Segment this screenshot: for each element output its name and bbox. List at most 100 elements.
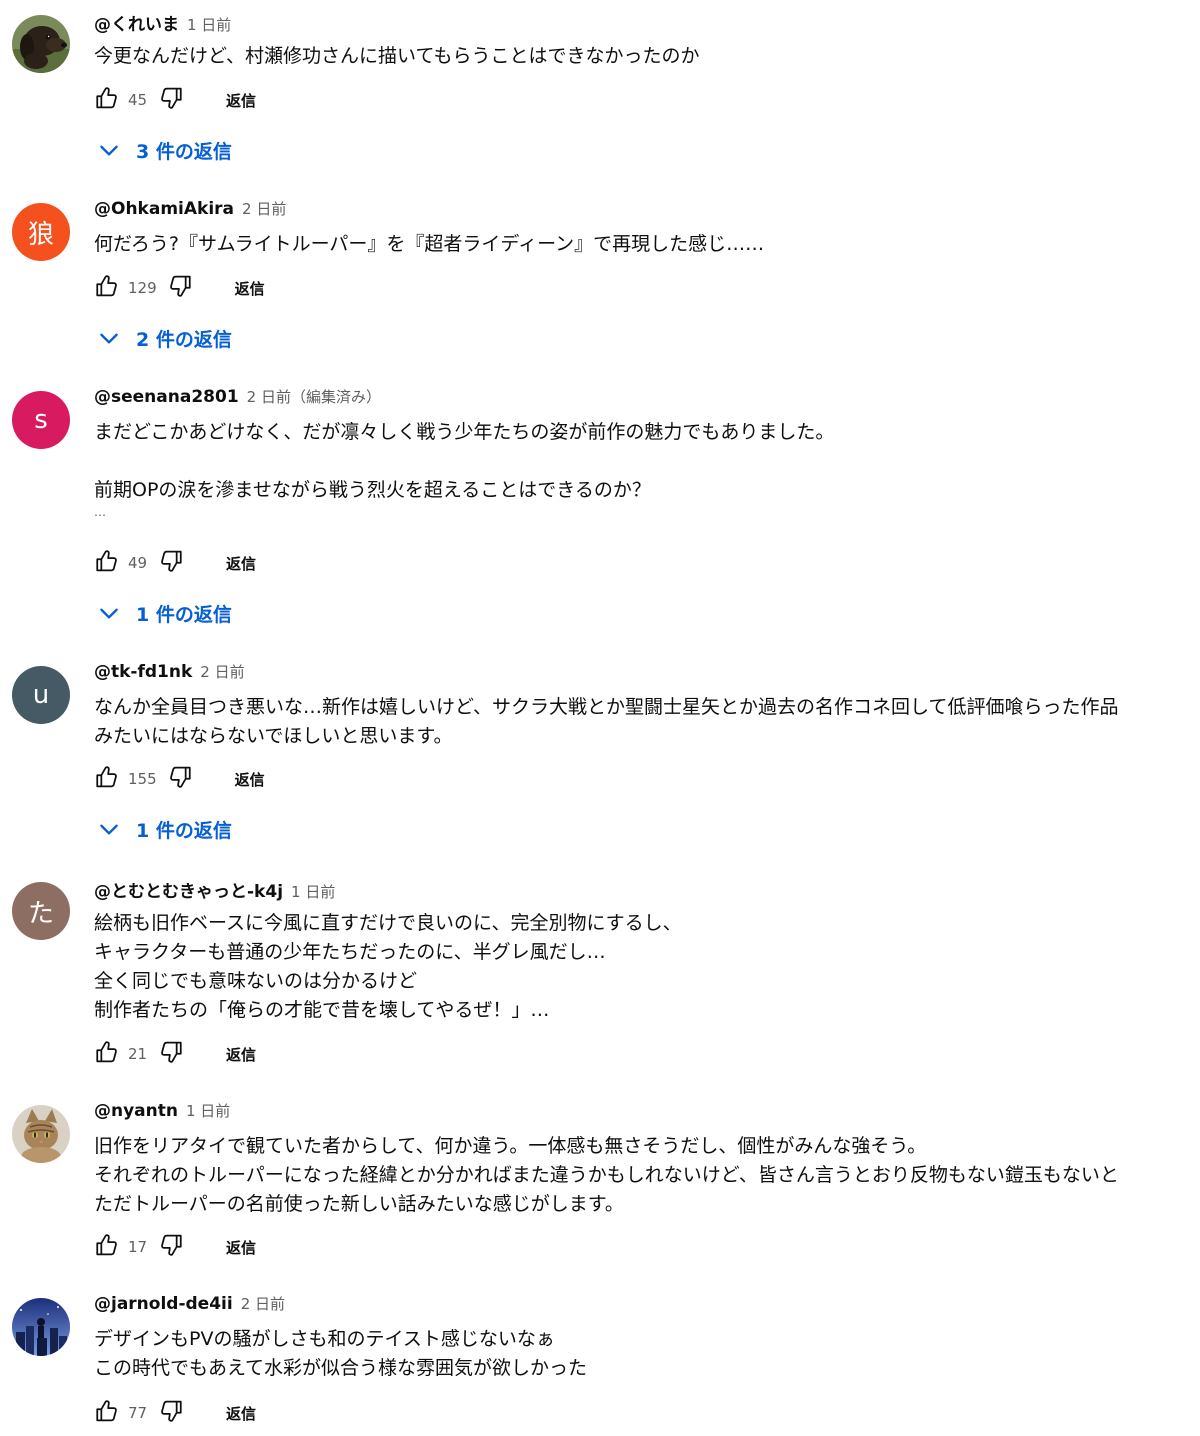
thumbs-up-icon — [92, 1038, 120, 1070]
comment-text-line: ただトルーパーの名前使った新しい話みたいな感じがします。 — [94, 1193, 624, 1215]
thumbs-down-icon — [158, 1231, 186, 1263]
thumbs-up-icon — [92, 547, 120, 579]
thumbs-up-icon — [92, 763, 120, 795]
like-button[interactable] — [90, 1038, 122, 1070]
comment-actions: 77 返信 — [90, 1395, 256, 1431]
reply-button[interactable]: 返信 — [235, 769, 265, 790]
like-button[interactable] — [90, 1397, 122, 1429]
author-name[interactable]: @jarnold-de4ii — [94, 1294, 233, 1314]
comment-text-line: それぞれのトルーパーになった経緯とか分かればまた違うかもしれないけど、皆さん言う… — [94, 1164, 1119, 1186]
comments-section: @くれいま 1 日前 今更なんだけど、村瀬修功さんに描いてもらうことはできなかったの… — [0, 0, 1200, 1436]
comment-text-line — [94, 447, 1194, 476]
comment-header: @tk-fd1nk 2 日前 — [94, 661, 245, 685]
thumbs-down-icon — [158, 84, 186, 116]
like-button[interactable] — [90, 272, 122, 304]
timestamp[interactable]: 1 日前 — [291, 881, 335, 902]
replies-count-label: 1 件の返信 — [136, 603, 232, 626]
like-count: 77 — [128, 1404, 148, 1422]
comment-actions: 21 返信 — [90, 1036, 256, 1072]
comment-actions: 155 返信 — [90, 761, 265, 797]
avatar-letter: u — [32, 680, 50, 710]
timestamp[interactable]: 1 日前 — [187, 14, 231, 35]
thumbs-down-icon — [167, 763, 195, 795]
author-name[interactable]: @seenana2801 — [94, 387, 239, 407]
timestamp[interactable]: 2 日前（編集済み） — [247, 386, 381, 407]
avatar[interactable] — [12, 15, 70, 73]
reply-button[interactable]: 返信 — [226, 1237, 256, 1258]
like-button[interactable] — [90, 763, 122, 795]
avatar[interactable]: s — [12, 391, 70, 449]
comment-text: なんか全員目つき悪いな…新作は嬉しいけど、サクラ大戦とか聖闘士星矢とか過去の名作… — [94, 693, 1194, 751]
chevron-down-icon — [96, 137, 136, 163]
view-replies-button[interactable]: 2 件の返信 — [96, 322, 232, 354]
like-button[interactable] — [90, 84, 122, 116]
reply-button[interactable]: 返信 — [226, 90, 256, 111]
dislike-button[interactable] — [156, 1397, 188, 1429]
like-button[interactable] — [90, 547, 122, 579]
thumbs-down-icon — [158, 1038, 186, 1070]
comment-text-line: 今更なんだけど、村瀬修功さんに描いてもらうことはできなかったのか — [94, 45, 700, 67]
comment-text-line: キャラクターも普通の少年たちだったのに、半グレ風だし… — [94, 941, 606, 963]
replies-count-label: 3 件の返信 — [136, 140, 232, 163]
chevron-down-icon — [96, 325, 136, 351]
comment-text-line: 前期OPの涙を滲ませながら戦う烈火を超えることはできるのか？ — [94, 479, 651, 501]
comment-actions: 49 返信 — [90, 545, 256, 581]
thumbs-down-icon — [158, 547, 186, 579]
comment-text: 何だろう?『サムライトルーパー』を『超者ライディーン』で再現した感じ…… — [94, 230, 1194, 259]
author-name[interactable]: @とむとむきゃっと-k4j — [94, 877, 283, 902]
comment-text-line: まだどこかあどけなく、だが凛々しく戦う少年たちの姿が前作の魅力でもありました。 — [94, 421, 835, 443]
avatar-letter: 狼 — [27, 219, 54, 250]
comment-text: 旧作をリアタイで観ていた者からして、何か違う。一体感も無さそうだし、個性がみんな… — [94, 1132, 1194, 1219]
comment-text-line: 制作者たちの「俺らの才能で昔を壊してやるぜ！」… — [94, 999, 550, 1021]
like-count: 17 — [128, 1238, 148, 1256]
avatar[interactable]: た — [12, 882, 70, 940]
author-name[interactable]: @OhkamiAkira — [94, 199, 234, 219]
reply-button[interactable]: 返信 — [226, 1044, 256, 1065]
comment-header: @OhkamiAkira 2 日前 — [94, 198, 286, 222]
avatar[interactable]: u — [12, 666, 70, 724]
timestamp[interactable]: 2 日前 — [200, 661, 244, 682]
comment-text-line: 絵柄も旧作ベースに今風に直すだけで良いのに、完全別物にするし、 — [94, 912, 682, 934]
comment-text-line: この時代でもあえて水彩が似合う様な雰囲気が欲しかった — [94, 1357, 588, 1379]
reply-button[interactable]: 返信 — [226, 1403, 256, 1424]
author-name[interactable]: @nyantn — [94, 1101, 178, 1121]
view-replies-button[interactable]: 1 件の返信 — [96, 597, 232, 629]
dislike-button[interactable] — [165, 763, 197, 795]
author-name[interactable]: @くれいま — [94, 10, 179, 35]
dislike-button[interactable] — [165, 272, 197, 304]
comment-text-line: 何だろう?『サムライトルーパー』を『超者ライディーン』で再現した感じ…… — [94, 233, 765, 255]
comment-text-line: デザインもPVの騒がしさも和のテイスト感じないなぁ — [94, 1328, 555, 1350]
replies-count-label: 2 件の返信 — [136, 328, 232, 351]
like-count: 45 — [128, 91, 148, 109]
thumbs-down-icon — [158, 1397, 186, 1429]
thumbs-up-icon — [92, 84, 120, 116]
comment-actions: 17 返信 — [90, 1229, 256, 1265]
thumbs-up-icon — [92, 1231, 120, 1263]
dislike-button[interactable] — [156, 1231, 188, 1263]
view-replies-button[interactable]: 1 件の返信 — [96, 813, 232, 845]
author-name[interactable]: @tk-fd1nk — [94, 662, 192, 682]
avatar[interactable] — [12, 1298, 70, 1356]
timestamp[interactable]: 2 日前 — [242, 198, 286, 219]
reply-button[interactable]: 返信 — [226, 553, 256, 574]
comment-text: デザインもPVの騒がしさも和のテイスト感じないなぁこの時代でもあえて水彩が似合う… — [94, 1325, 1194, 1383]
comment-actions: 129 返信 — [90, 270, 265, 306]
timestamp[interactable]: 2 日前 — [241, 1293, 285, 1314]
comment-text-line: … — [94, 505, 106, 519]
comment-header: @nyantn 1 日前 — [94, 1100, 230, 1124]
view-replies-button[interactable]: 3 件の返信 — [96, 134, 232, 166]
comment-actions: 45 返信 — [90, 82, 256, 118]
avatar[interactable]: 狼 — [12, 203, 70, 261]
dislike-button[interactable] — [156, 547, 188, 579]
avatar-letter: た — [27, 898, 54, 929]
dislike-button[interactable] — [156, 1038, 188, 1070]
reply-button[interactable]: 返信 — [235, 278, 265, 299]
avatar[interactable] — [12, 1105, 70, 1163]
comment-text-line: なんか全員目つき悪いな…新作は嬉しいけど、サクラ大戦とか聖闘士星矢とか過去の名作… — [94, 696, 1119, 718]
dislike-button[interactable] — [156, 84, 188, 116]
timestamp[interactable]: 1 日前 — [186, 1100, 230, 1121]
comment-header: @seenana2801 2 日前（編集済み） — [94, 386, 381, 410]
like-count: 49 — [128, 554, 148, 572]
comment-text: まだどこかあどけなく、だが凛々しく戦う少年たちの姿が前作の魅力でもありました。前… — [94, 418, 1194, 519]
like-button[interactable] — [90, 1231, 122, 1263]
